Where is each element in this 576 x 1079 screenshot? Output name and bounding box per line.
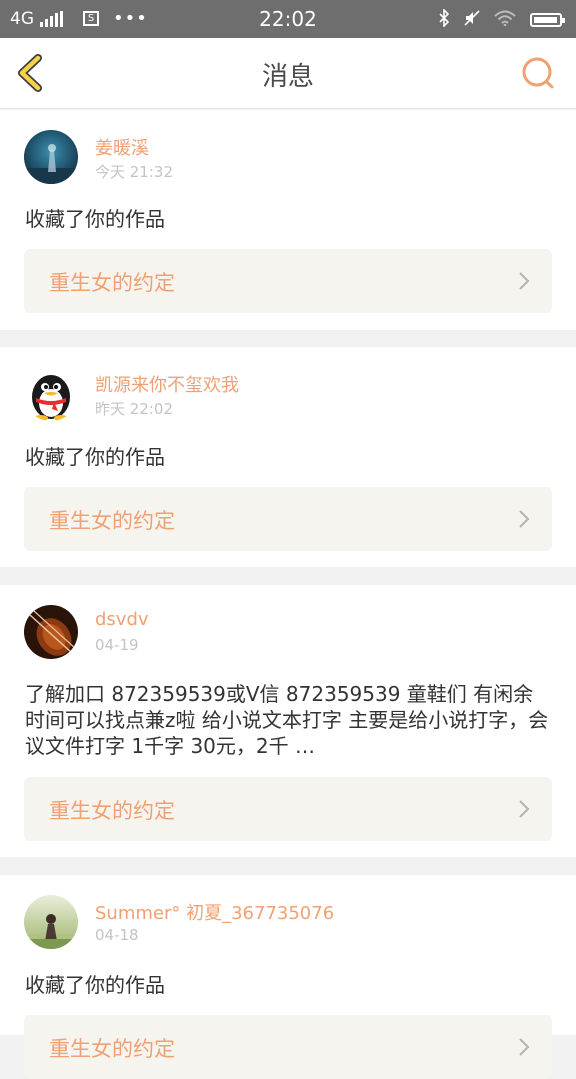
page-title: 消息: [261, 62, 314, 92]
user-name[interactable]: 姜暖溪: [95, 134, 149, 160]
work-title: 重生女的约定: [49, 271, 175, 295]
battery-fill: [534, 17, 557, 23]
chevron-right-icon: [519, 800, 530, 818]
chevron-right-icon: [519, 1038, 530, 1056]
work-title: 重生女的约定: [49, 509, 175, 533]
chevron-right-icon: [519, 510, 530, 528]
avatar[interactable]: [24, 130, 78, 184]
message-time: 今天 21:32: [95, 163, 173, 181]
avatar[interactable]: [24, 367, 78, 421]
message-time: 04-19: [95, 636, 139, 654]
message-text: 了解加口 872359539或V信 872359539 童鞋们 有闲余时间可以找…: [25, 682, 549, 758]
user-name[interactable]: 凯源来你不玺欢我: [95, 371, 239, 397]
nav-bar: 消息: [0, 38, 576, 109]
wifi-icon: [494, 10, 516, 30]
status-right: [438, 8, 565, 31]
message-time: 04-18: [95, 926, 139, 944]
search-button[interactable]: [520, 55, 556, 91]
search-icon: [522, 57, 554, 89]
message-card[interactable]: Summer° 初夏_367735076 04-18 收藏了你的作品 重生女的约…: [0, 875, 576, 1079]
user-name[interactable]: Summer° 初夏_367735076: [95, 899, 334, 925]
work-link[interactable]: 重生女的约定: [24, 487, 552, 551]
mute-icon: [464, 10, 480, 30]
work-link[interactable]: 重生女的约定: [24, 1015, 552, 1079]
user-name[interactable]: dsvdv: [95, 609, 149, 630]
message-text: 收藏了你的作品: [25, 445, 165, 469]
message-card[interactable]: 姜暖溪 今天 21:32 收藏了你的作品 重生女的约定: [0, 110, 576, 330]
message-card[interactable]: 凯源来你不玺欢我 昨天 22:02 收藏了你的作品 重生女的约定: [0, 347, 576, 567]
battery-icon: [530, 13, 565, 27]
avatar[interactable]: [24, 605, 78, 659]
work-title: 重生女的约定: [49, 799, 175, 823]
status-bar: 4G S ••• 22:02: [0, 0, 576, 38]
bluetooth-icon: [438, 8, 450, 31]
message-text: 收藏了你的作品: [25, 207, 165, 231]
work-title: 重生女的约定: [49, 1037, 175, 1061]
avatar[interactable]: [24, 895, 78, 949]
work-link[interactable]: 重生女的约定: [24, 777, 552, 841]
message-text: 收藏了你的作品: [25, 973, 165, 997]
message-time: 昨天 22:02: [95, 400, 173, 418]
message-card[interactable]: dsvdv 04-19 了解加口 872359539或V信 872359539 …: [0, 585, 576, 857]
work-link[interactable]: 重生女的约定: [24, 249, 552, 313]
chevron-right-icon: [519, 272, 530, 290]
